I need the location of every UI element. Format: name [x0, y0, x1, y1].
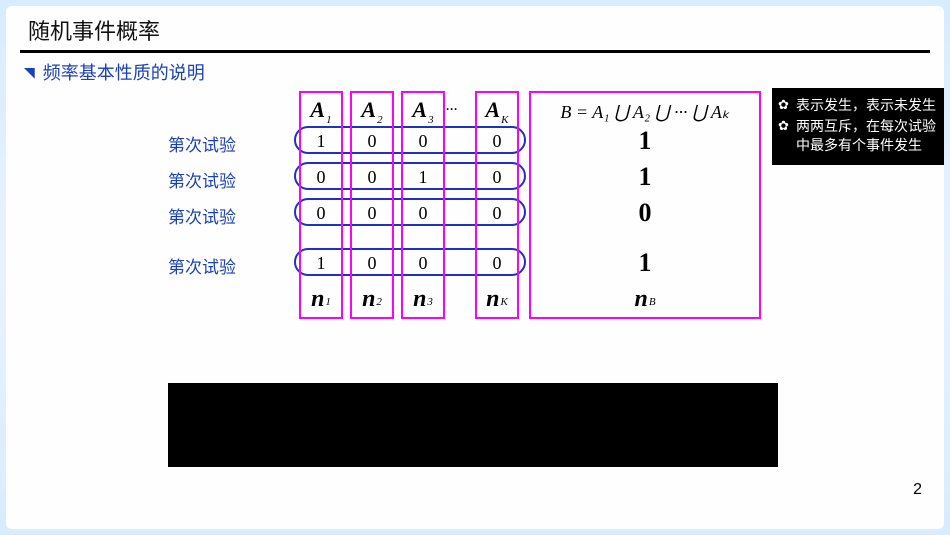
subtitle-text: 频率基本性质的说明 [43, 59, 205, 85]
data-cell: 0 [317, 159, 326, 195]
data-cell: 0 [368, 123, 377, 159]
data-cell: 0 [368, 195, 377, 231]
data-cell: 0 [368, 159, 377, 195]
header-dots: ... [446, 97, 458, 115]
b-column-box: B = A₁ ⋃ A₂ ⋃ ··· ⋃ Aₖ 1 1 0 1 nB [529, 91, 761, 319]
black-bar [168, 383, 778, 467]
data-cell: 0 [419, 195, 428, 231]
b-header: B = A₁ ⋃ A₂ ⋃ ··· ⋃ Aₖ [560, 93, 729, 123]
col-footer: nK [486, 281, 508, 317]
column-box: A3 0 1 0 0 n3 [401, 91, 445, 319]
page-title: 随机事件概率 [6, 6, 944, 50]
b-value: 1 [639, 159, 652, 195]
row-label: 第次试验 [168, 247, 236, 283]
data-cell: 0 [493, 159, 502, 195]
subtitle: ◥ 频率基本性质的说明 [6, 53, 944, 85]
note-text: 两两互斥，在每次试验中最多有个事件发生 [796, 117, 938, 155]
content-area: 第次试验 第次试验 第次试验 第次试验 ... A1 1 0 0 1 n1 A2… [6, 85, 944, 505]
data-cell: 0 [493, 245, 502, 281]
column-box: A2 0 0 0 0 n2 [350, 91, 394, 319]
star-icon: ✿ [778, 96, 792, 115]
data-cell: 1 [419, 159, 428, 195]
b-footer: nB [634, 281, 655, 317]
note-item: ✿ 表示发生，表示未发生 [778, 96, 938, 115]
data-cell: 0 [493, 195, 502, 231]
col-header: AK [485, 93, 508, 123]
notes-box: ✿ 表示发生，表示未发生 ✿ 两两互斥，在每次试验中最多有个事件发生 [772, 88, 944, 165]
data-cell: 1 [317, 123, 326, 159]
b-value: 0 [639, 195, 652, 231]
col-footer: n2 [362, 281, 382, 317]
note-item: ✿ 两两互斥，在每次试验中最多有个事件发生 [778, 117, 938, 155]
col-header: A1 [310, 93, 331, 123]
row-label: 第次试验 [168, 197, 236, 233]
b-value: 1 [639, 245, 652, 281]
page-number: 2 [913, 481, 922, 499]
data-cell: 0 [493, 123, 502, 159]
row-label: 第次试验 [168, 125, 236, 161]
data-cell: 0 [317, 195, 326, 231]
row-labels: 第次试验 第次试验 第次试验 第次试验 [168, 125, 236, 283]
row-label: 第次试验 [168, 161, 236, 197]
column-box: AK 0 0 0 0 nK [475, 91, 519, 319]
col-header: A3 [412, 93, 433, 123]
data-cell: 0 [368, 245, 377, 281]
data-cell: 1 [317, 245, 326, 281]
bookmark-icon: ◥ [24, 64, 35, 81]
col-footer: n1 [311, 281, 331, 317]
column-box: A1 1 0 0 1 n1 [299, 91, 343, 319]
data-cell: 0 [419, 123, 428, 159]
note-text: 表示发生，表示未发生 [796, 96, 936, 115]
b-value: 1 [639, 123, 652, 159]
data-cell: 0 [419, 245, 428, 281]
star-icon: ✿ [778, 117, 792, 155]
col-footer: n3 [413, 281, 433, 317]
col-header: A2 [361, 93, 382, 123]
